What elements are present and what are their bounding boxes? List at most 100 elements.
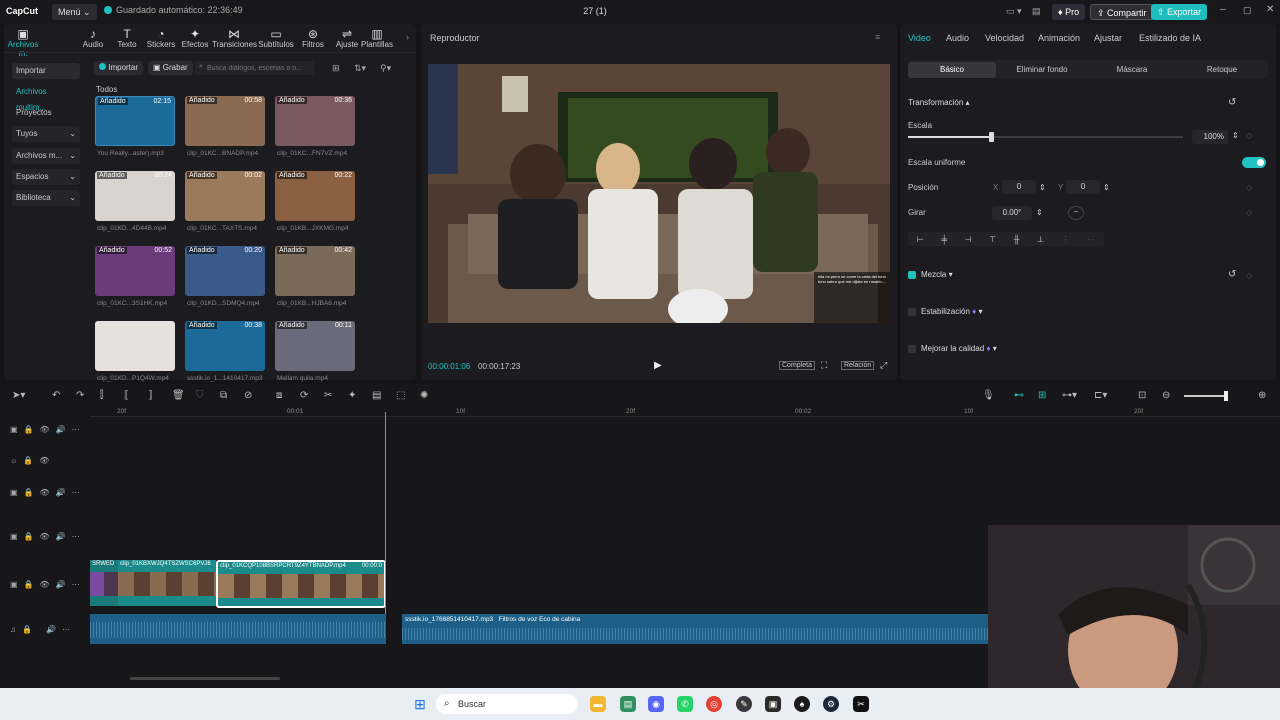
media-thumbnail[interactable]: Añadido 00:42 <box>275 246 355 296</box>
magnet-icon[interactable]: ⊷ <box>1014 390 1024 401</box>
timeline-scrollbar[interactable] <box>130 677 280 680</box>
transform-tool-icon[interactable]: ⬚ <box>396 390 405 401</box>
toolbar-tab-0[interactable]: ▣ Archivos m. <box>6 28 40 58</box>
snapshot-icon[interactable]: ⛶ <box>821 360 827 371</box>
video-frame[interactable]: ella mi perro se come la carta del tuno … <box>428 64 890 323</box>
store-icon[interactable]: ▤ <box>620 696 636 712</box>
redo-icon[interactable]: ↷ <box>76 390 84 401</box>
whatsapp-icon[interactable]: ✆ <box>677 696 693 712</box>
fullscreen-icon[interactable]: ⤢ <box>880 360 887 371</box>
enhance-checkbox[interactable] <box>908 345 916 353</box>
toolbar-tab-3[interactable]: ◔ Stickers <box>144 28 178 49</box>
blend-heading[interactable]: Mezcla ▾ <box>921 270 953 279</box>
video-clip[interactable]: SRWED <box>90 560 118 606</box>
media-search-input[interactable] <box>195 61 315 75</box>
properties-tab-3[interactable]: Animación <box>1038 33 1080 43</box>
sidebar-item-0[interactable]: Importar <box>12 63 80 79</box>
app-icon[interactable]: ✎ <box>736 696 752 712</box>
link-clip-icon[interactable]: ⊶▾ <box>1062 390 1077 401</box>
windows-start-icon[interactable]: ⊞ <box>412 696 428 712</box>
split-right-icon[interactable]: ⟧ <box>148 390 153 401</box>
play-icon[interactable]: ▶ <box>654 360 662 371</box>
audio-clip[interactable]: ssstik.io_1766851410417.mp3 Filtros de v… <box>402 614 988 644</box>
properties-subtab-2[interactable]: Máscara <box>1088 62 1176 78</box>
full-quality-button[interactable]: Completa <box>779 361 815 370</box>
file-explorer-icon[interactable]: ▬ <box>590 696 606 712</box>
distribute-h-icon[interactable]: ⋮ <box>1062 235 1070 244</box>
zoom-slider-handle[interactable] <box>1224 391 1228 401</box>
delete-icon[interactable]: 🗑 <box>172 390 185 401</box>
capcut-icon[interactable]: ✂ <box>853 696 869 712</box>
properties-subtab-3[interactable]: Retoque <box>1178 62 1266 78</box>
blend-checkbox[interactable] <box>908 271 916 279</box>
properties-tab-4[interactable]: Ajustar <box>1094 33 1122 43</box>
stabilize-heading[interactable]: Estabilización ♦ ▾ <box>921 307 983 316</box>
media-thumbnail[interactable]: Añadido 00:36 <box>275 96 355 146</box>
blend-keyframe-icon[interactable]: ◇ <box>1246 271 1252 280</box>
media-thumbnail[interactable]: Añadido 00:24 <box>95 171 175 221</box>
track-controls[interactable]: ▣🔒👁🔊⋯ <box>10 532 86 541</box>
mirror-icon[interactable]: ⧈ <box>276 390 282 401</box>
zoom-out-icon[interactable]: ⊖ <box>1162 390 1170 401</box>
rotate-keyframe-icon[interactable]: ◇ <box>1246 208 1252 217</box>
media-thumbnail[interactable]: Añadido 00:52 <box>95 246 175 296</box>
aspect-ratio-button[interactable]: Relación <box>841 361 875 370</box>
undo-icon[interactable]: ↶ <box>52 390 60 401</box>
rotate-dial-icon[interactable]: – <box>1068 206 1084 220</box>
link-icon[interactable]: ⊞ <box>1038 390 1046 401</box>
video-clip-selected[interactable]: clip_01KCQP108BSRPCRT9Z4YTBNADP.mp4 00:0… <box>216 560 386 608</box>
toolbar-tab-4[interactable]: ✦ Efectos <box>178 28 212 49</box>
reset-transform-icon[interactable]: ↺ <box>1228 97 1236 108</box>
chrome-icon[interactable]: ◎ <box>706 696 722 712</box>
sidebar-item-6[interactable]: Biblioteca ⌄ <box>12 190 80 206</box>
ai-tool-icon[interactable]: ✺ <box>420 390 428 401</box>
close-icon[interactable]: ✕ <box>1266 4 1274 15</box>
media-thumbnail[interactable]: Añadido 00:20 <box>185 246 265 296</box>
filter-icon[interactable]: ⚲▾ <box>380 63 391 74</box>
speed-icon[interactable]: ⊘ <box>244 390 252 401</box>
marker-icon[interactable]: ⛉ <box>196 390 204 401</box>
sidebar-item-2[interactable]: Proyectos secun... <box>12 105 80 133</box>
export-button[interactable]: ⇧ Exportar <box>1151 4 1208 20</box>
align-top-icon[interactable]: ⊤ <box>989 235 996 244</box>
layout-icon[interactable]: ▭ ▾ <box>1006 6 1022 17</box>
track-controls[interactable]: ☼🔒👁 <box>10 456 55 465</box>
split-icon[interactable]: ⫿ <box>100 390 103 401</box>
audio-clip[interactable] <box>90 614 386 644</box>
player-menu-icon[interactable]: ≡ <box>875 32 880 42</box>
position-y-input[interactable]: 0 <box>1066 180 1100 194</box>
share-button[interactable]: ⇪ Compartir <box>1090 4 1154 20</box>
uniform-scale-toggle[interactable] <box>1242 157 1266 168</box>
mic-icon[interactable]: 🎙 <box>982 390 995 401</box>
record-button[interactable]: ▣ Grabar <box>148 61 193 75</box>
align-center-v-icon[interactable]: ╫ <box>1014 235 1020 244</box>
sidebar-item-4[interactable]: Archivos m... ⌄ <box>12 148 80 164</box>
app-icon[interactable]: ♠ <box>794 696 810 712</box>
cutout-icon[interactable]: ✂ <box>324 390 332 401</box>
scale-slider-handle[interactable] <box>988 132 994 142</box>
scale-keyframe-icon[interactable]: ◇ <box>1246 131 1252 140</box>
import-button[interactable]: Importar <box>94 61 144 75</box>
scale-stepper-icon[interactable]: ⇕ <box>1232 131 1239 140</box>
scale-value[interactable]: 100% <box>1192 130 1228 144</box>
shortcut-icon[interactable]: ▤ <box>1032 6 1041 17</box>
align-center-h-icon[interactable]: ╪ <box>941 235 947 244</box>
select-tool-icon[interactable]: ➤▾ <box>12 390 25 401</box>
app-icon[interactable]: ▣ <box>765 696 781 712</box>
properties-subtab-1[interactable]: Eliminar fondo <box>998 62 1086 78</box>
scale-slider[interactable] <box>908 132 1183 142</box>
media-thumbnail[interactable]: Añadido 00:38 <box>185 321 265 371</box>
timeline-ruler[interactable] <box>90 405 1280 417</box>
taskbar-search[interactable]: ⌕ Buscar <box>436 694 578 714</box>
properties-tab-5[interactable]: Estilizado de IA <box>1139 33 1201 43</box>
preview-axis-icon[interactable]: ⊏▾ <box>1094 390 1107 401</box>
caption-tool-icon[interactable]: ▤ <box>372 390 381 401</box>
distribute-v-icon[interactable]: ⋯ <box>1087 235 1095 244</box>
fit-icon[interactable]: ⊡ <box>1138 390 1146 401</box>
position-keyframe-icon[interactable]: ◇ <box>1246 183 1252 192</box>
reset-blend-icon[interactable]: ↺ <box>1228 269 1236 280</box>
playhead[interactable] <box>385 412 386 644</box>
media-thumbnail[interactable]: Añadido 02:15 <box>95 96 175 146</box>
minimize-icon[interactable]: – <box>1220 4 1226 15</box>
media-thumbnail[interactable] <box>95 321 175 371</box>
